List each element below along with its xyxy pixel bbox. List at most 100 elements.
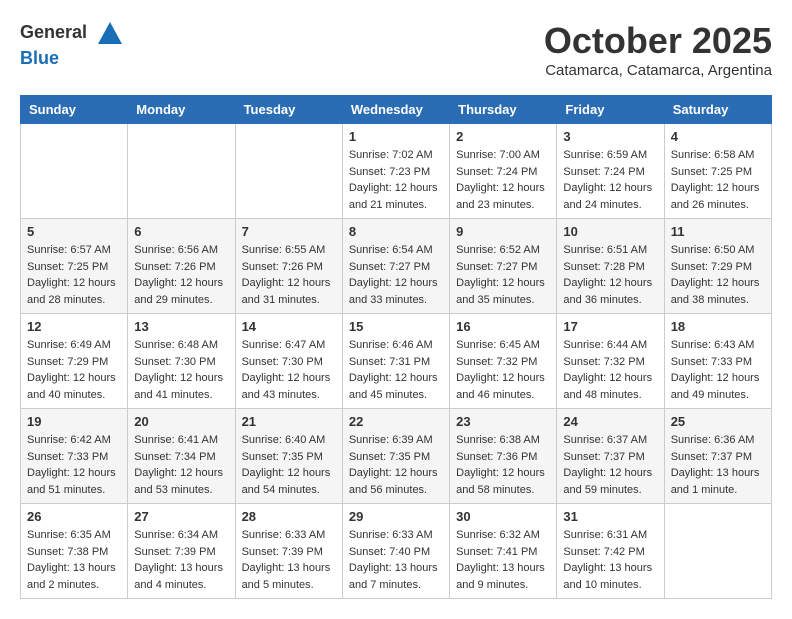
day-info-line: and 24 minutes. bbox=[563, 199, 641, 211]
day-info: Sunrise: 6:52 AMSunset: 7:27 PMDaylight:… bbox=[456, 242, 550, 308]
day-info-line: and 29 minutes. bbox=[134, 294, 212, 306]
day-info-line: Sunrise: 7:00 AM bbox=[456, 149, 540, 161]
table-row bbox=[128, 124, 235, 219]
calendar-week-5: 26Sunrise: 6:35 AMSunset: 7:38 PMDayligh… bbox=[21, 504, 772, 599]
day-info-line: Sunrise: 6:33 AM bbox=[349, 529, 433, 541]
day-info-line: Daylight: 13 hours bbox=[27, 562, 116, 574]
day-number: 9 bbox=[456, 224, 550, 239]
table-row: 5Sunrise: 6:57 AMSunset: 7:25 PMDaylight… bbox=[21, 219, 128, 314]
day-info-line: and 54 minutes. bbox=[242, 484, 320, 496]
day-info-line: Sunset: 7:31 PM bbox=[349, 356, 430, 368]
day-info-line: Sunset: 7:35 PM bbox=[349, 451, 430, 463]
table-row bbox=[21, 124, 128, 219]
day-number: 25 bbox=[671, 414, 765, 429]
day-info-line: Daylight: 13 hours bbox=[671, 467, 760, 479]
table-row: 18Sunrise: 6:43 AMSunset: 7:33 PMDayligh… bbox=[664, 314, 771, 409]
table-row: 25 Sunrise: 6:36 AMSunset: 7:37 PMDayligh… bbox=[664, 409, 771, 504]
day-info-line: Sunset: 7:32 PM bbox=[563, 356, 644, 368]
day-info-line: and 58 minutes. bbox=[456, 484, 534, 496]
day-number: 22 bbox=[349, 414, 443, 429]
day-info: Sunrise: 6:44 AMSunset: 7:32 PMDaylight:… bbox=[563, 337, 657, 403]
header-wednesday: Wednesday bbox=[342, 96, 449, 124]
table-row: 31 Sunrise: 6:31 AMSunset: 7:42 PMDayligh… bbox=[557, 504, 664, 599]
table-row: 10Sunrise: 6:51 AMSunset: 7:28 PMDayligh… bbox=[557, 219, 664, 314]
day-info-line: and 9 minutes. bbox=[456, 579, 528, 591]
day-info-line: and 2 minutes. bbox=[27, 579, 99, 591]
day-info-line: Sunset: 7:26 PM bbox=[242, 261, 323, 273]
day-number: 15 bbox=[349, 319, 443, 334]
day-info: Sunrise: 6:58 AMSunset: 7:25 PMDaylight:… bbox=[671, 147, 765, 213]
day-info: Sunrise: 6:57 AMSunset: 7:25 PMDaylight:… bbox=[27, 242, 121, 308]
day-info-line: Sunset: 7:24 PM bbox=[456, 166, 537, 178]
day-info-line: Sunset: 7:29 PM bbox=[27, 356, 108, 368]
day-number: 31 bbox=[563, 509, 657, 524]
table-row: 7Sunrise: 6:55 AMSunset: 7:26 PMDaylight… bbox=[235, 219, 342, 314]
table-row bbox=[235, 124, 342, 219]
day-info-line: Daylight: 12 hours bbox=[456, 277, 545, 289]
logo-text: General Blue bbox=[20, 20, 124, 69]
day-info-line: Sunset: 7:37 PM bbox=[671, 451, 752, 463]
day-info-line: Sunrise: 6:40 AM bbox=[242, 434, 326, 446]
day-number: 24 bbox=[563, 414, 657, 429]
day-info-line: Sunset: 7:33 PM bbox=[27, 451, 108, 463]
day-info-line: Daylight: 12 hours bbox=[456, 372, 545, 384]
day-info-line: and 48 minutes. bbox=[563, 389, 641, 401]
logo: General Blue bbox=[20, 20, 124, 69]
day-info-line: Daylight: 13 hours bbox=[563, 562, 652, 574]
day-info-line: Sunrise: 6:42 AM bbox=[27, 434, 111, 446]
day-info-line: and 23 minutes. bbox=[456, 199, 534, 211]
logo-general: General bbox=[20, 25, 124, 42]
day-info-line: Sunrise: 6:43 AM bbox=[671, 339, 755, 351]
day-info-line: and 45 minutes. bbox=[349, 389, 427, 401]
day-number: 13 bbox=[134, 319, 228, 334]
table-row: 3Sunrise: 6:59 AMSunset: 7:24 PMDaylight… bbox=[557, 124, 664, 219]
day-info-line: Sunset: 7:34 PM bbox=[134, 451, 215, 463]
header-sunday: Sunday bbox=[21, 96, 128, 124]
calendar-week-3: 12Sunrise: 6:49 AMSunset: 7:29 PMDayligh… bbox=[21, 314, 772, 409]
day-info-line: Sunset: 7:24 PM bbox=[563, 166, 644, 178]
table-row bbox=[664, 504, 771, 599]
day-info-line: Daylight: 12 hours bbox=[349, 182, 438, 194]
day-info-line: Daylight: 13 hours bbox=[134, 562, 223, 574]
table-row: 29Sunrise: 6:33 AMSunset: 7:40 PMDayligh… bbox=[342, 504, 449, 599]
day-info: Sunrise: 6:54 AMSunset: 7:27 PMDaylight:… bbox=[349, 242, 443, 308]
table-row: 4Sunrise: 6:58 AMSunset: 7:25 PMDaylight… bbox=[664, 124, 771, 219]
day-info: Sunrise: 6:33 AMSunset: 7:40 PMDaylight:… bbox=[349, 527, 443, 593]
day-info: Sunrise: 6:50 AMSunset: 7:29 PMDaylight:… bbox=[671, 242, 765, 308]
header-tuesday: Tuesday bbox=[235, 96, 342, 124]
table-row: 1Sunrise: 7:02 AMSunset: 7:23 PMDaylight… bbox=[342, 124, 449, 219]
day-info: Sunrise: 6:56 AMSunset: 7:26 PMDaylight:… bbox=[134, 242, 228, 308]
day-info: Sunrise: 6:36 AMSunset: 7:37 PMDaylight:… bbox=[671, 432, 765, 498]
day-info-line: Sunrise: 6:48 AM bbox=[134, 339, 218, 351]
table-row: 13Sunrise: 6:48 AMSunset: 7:30 PMDayligh… bbox=[128, 314, 235, 409]
day-info-line: Daylight: 12 hours bbox=[134, 277, 223, 289]
day-info: Sunrise: 6:48 AMSunset: 7:30 PMDaylight:… bbox=[134, 337, 228, 403]
day-info: Sunrise: 6:39 AMSunset: 7:35 PMDaylight:… bbox=[349, 432, 443, 498]
table-row: 2Sunrise: 7:00 AMSunset: 7:24 PMDaylight… bbox=[450, 124, 557, 219]
day-info: Sunrise: 6:45 AMSunset: 7:32 PMDaylight:… bbox=[456, 337, 550, 403]
day-info-line: Daylight: 12 hours bbox=[27, 277, 116, 289]
day-info-line: Daylight: 12 hours bbox=[27, 467, 116, 479]
day-info: Sunrise: 6:31 AMSunset: 7:42 PMDaylight:… bbox=[563, 527, 657, 593]
day-info-line: Daylight: 13 hours bbox=[456, 562, 545, 574]
day-info-line: Sunrise: 6:51 AM bbox=[563, 244, 647, 256]
table-row: 21Sunrise: 6:40 AMSunset: 7:35 PMDayligh… bbox=[235, 409, 342, 504]
day-info-line: Daylight: 12 hours bbox=[563, 372, 652, 384]
day-info-line: Sunrise: 6:38 AM bbox=[456, 434, 540, 446]
calendar-header-row: Sunday Monday Tuesday Wednesday Thursday… bbox=[21, 96, 772, 124]
day-number: 1 bbox=[349, 129, 443, 144]
day-info-line: Sunset: 7:30 PM bbox=[134, 356, 215, 368]
day-info-line: Sunrise: 6:57 AM bbox=[27, 244, 111, 256]
day-info: Sunrise: 6:37 AMSunset: 7:37 PMDaylight:… bbox=[563, 432, 657, 498]
day-info-line: Sunset: 7:32 PM bbox=[456, 356, 537, 368]
day-info-line: Daylight: 12 hours bbox=[563, 467, 652, 479]
table-row: 19Sunrise: 6:42 AMSunset: 7:33 PMDayligh… bbox=[21, 409, 128, 504]
day-info-line: Sunset: 7:38 PM bbox=[27, 546, 108, 558]
day-info: Sunrise: 6:34 AMSunset: 7:39 PMDaylight:… bbox=[134, 527, 228, 593]
day-info: Sunrise: 6:42 AM Sunset: 7:33 PM Daylight:… bbox=[27, 432, 121, 498]
day-info: Sunrise: 6:40 AMSunset: 7:35 PMDaylight:… bbox=[242, 432, 336, 498]
day-info-line: Daylight: 12 hours bbox=[27, 372, 116, 384]
header-thursday: Thursday bbox=[450, 96, 557, 124]
day-info-line: Daylight: 12 hours bbox=[134, 467, 223, 479]
day-info-line: Sunrise: 6:37 AM bbox=[563, 434, 647, 446]
